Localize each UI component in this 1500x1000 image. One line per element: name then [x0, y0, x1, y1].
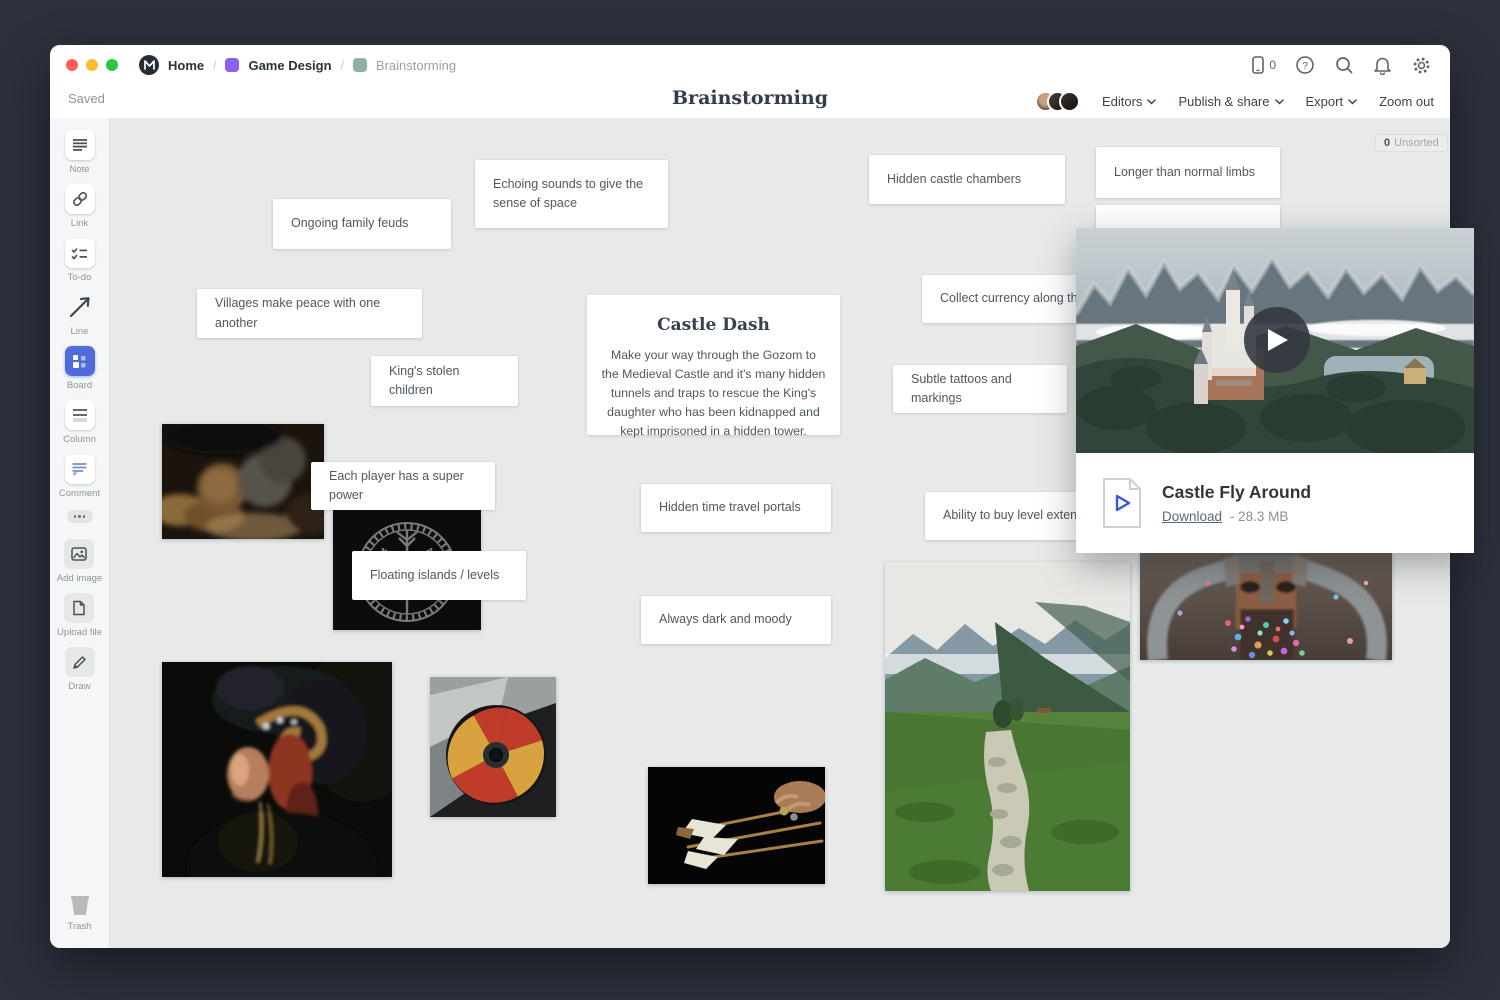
comment-icon: [71, 461, 88, 477]
draw-icon: [72, 655, 87, 670]
chevron-down-icon: [1275, 99, 1284, 105]
note-card[interactable]: Hidden time travel portals: [641, 484, 831, 532]
milanote-logo[interactable]: [139, 55, 159, 75]
board-color-swatch: [353, 58, 367, 72]
tool-add-image[interactable]: Add image: [57, 539, 102, 584]
warrior-woman-photo[interactable]: [162, 662, 392, 877]
unsorted-column-badge[interactable]: 0Unsorted: [1375, 134, 1448, 152]
play-icon: [1265, 327, 1289, 353]
device-count: 0: [1269, 58, 1276, 72]
breadcrumb-separator: /: [341, 58, 344, 72]
note-card[interactable]: Longer than normal limbs: [1096, 147, 1280, 198]
editors-menu-button[interactable]: Editors: [1102, 94, 1156, 109]
add-image-icon: [71, 547, 87, 561]
more-tools-button[interactable]: [67, 510, 93, 523]
tool-link[interactable]: Link: [65, 184, 95, 229]
search-icon[interactable]: [1334, 55, 1354, 75]
upload-file-icon: [72, 600, 86, 616]
board-icon: [72, 354, 87, 369]
note-card[interactable]: Hidden castle chambers: [869, 155, 1065, 204]
note-card[interactable]: Echoing sounds to give the sense of spac…: [475, 160, 668, 228]
settings-icon[interactable]: [1411, 55, 1432, 76]
note-card[interactable]: Villages make peace with one another: [197, 289, 422, 338]
note-card[interactable]: Each player has a super power: [311, 462, 495, 510]
breadcrumb: Home / Game Design / Brainstorming: [139, 55, 456, 75]
tool-draw[interactable]: Draw: [65, 647, 95, 692]
trash-icon: [67, 893, 93, 917]
notifications-icon[interactable]: [1373, 55, 1392, 75]
line-icon: [68, 295, 92, 319]
tool-sidebar: Note Link To-do Line Board Column: [50, 118, 110, 948]
game-summary-card[interactable]: Castle Dash Make your way through the Go…: [587, 295, 840, 435]
breadcrumb-home[interactable]: Home: [168, 58, 204, 73]
breadcrumb-current: Brainstorming: [376, 58, 456, 73]
video-file-icon: [1100, 477, 1144, 529]
chevron-down-icon: [1147, 99, 1156, 105]
editor-avatars[interactable]: [1035, 91, 1080, 112]
arrows-photo[interactable]: [648, 767, 825, 884]
mountain-path-photo[interactable]: [885, 562, 1130, 891]
svg-text:?: ?: [1302, 61, 1308, 72]
publish-share-button[interactable]: Publish & share: [1178, 94, 1283, 109]
column-icon: [72, 408, 88, 423]
link-icon: [72, 191, 88, 207]
note-card[interactable]: Always dark and moody: [641, 596, 831, 644]
tool-note[interactable]: Note: [65, 130, 95, 175]
desktop-background: Home / Game Design / Brainstorming 0 ?: [0, 0, 1500, 1000]
note-icon: [72, 138, 88, 152]
export-button[interactable]: Export: [1306, 94, 1358, 109]
note-card[interactable]: Floating islands / levels: [352, 551, 526, 600]
todo-icon: [71, 247, 88, 260]
tool-todo[interactable]: To-do: [65, 238, 95, 283]
video-card[interactable]: Castle Fly Around Download - 28.3 MB: [1076, 228, 1474, 553]
trash-dropzone[interactable]: Trash: [67, 893, 93, 932]
viking-confetti-photo[interactable]: [1140, 553, 1392, 660]
tool-column[interactable]: Column: [63, 400, 96, 445]
close-window-button[interactable]: [66, 59, 78, 71]
play-button[interactable]: [1244, 307, 1310, 373]
help-icon[interactable]: ?: [1295, 55, 1315, 75]
file-size: - 28.3 MB: [1230, 509, 1289, 524]
minimize-window-button[interactable]: [86, 59, 98, 71]
avatar: [1059, 91, 1080, 112]
tool-comment[interactable]: Comment: [59, 454, 100, 499]
top-bar: Home / Game Design / Brainstorming 0 ?: [50, 45, 1450, 118]
card-body: Make your way through the Gozom to the M…: [601, 346, 826, 441]
chevron-down-icon: [1348, 99, 1357, 105]
tool-upload-file[interactable]: Upload file: [57, 593, 102, 638]
note-card[interactable]: Subtle tattoos and markings: [893, 365, 1067, 413]
download-link[interactable]: Download: [1162, 509, 1222, 524]
note-card[interactable]: Ongoing family feuds: [273, 199, 451, 249]
note-card[interactable]: King's stolen children: [371, 356, 518, 406]
zoom-out-button[interactable]: Zoom out: [1379, 94, 1434, 109]
connected-devices-button[interactable]: 0: [1251, 55, 1276, 75]
viking-shield-photo[interactable]: [430, 677, 556, 817]
project-color-swatch: [225, 58, 239, 72]
card-title: Castle Dash: [601, 315, 826, 335]
zoom-window-button[interactable]: [106, 59, 118, 71]
tool-board[interactable]: Board: [65, 346, 95, 391]
video-title: Castle Fly Around: [1162, 482, 1311, 503]
breadcrumb-separator: /: [213, 58, 216, 72]
window-controls: [66, 59, 118, 71]
coins-photo[interactable]: [162, 424, 324, 539]
breadcrumb-project[interactable]: Game Design: [248, 58, 331, 73]
tool-line[interactable]: Line: [65, 292, 95, 337]
castle-aerial-video-thumbnail[interactable]: [1076, 228, 1474, 453]
